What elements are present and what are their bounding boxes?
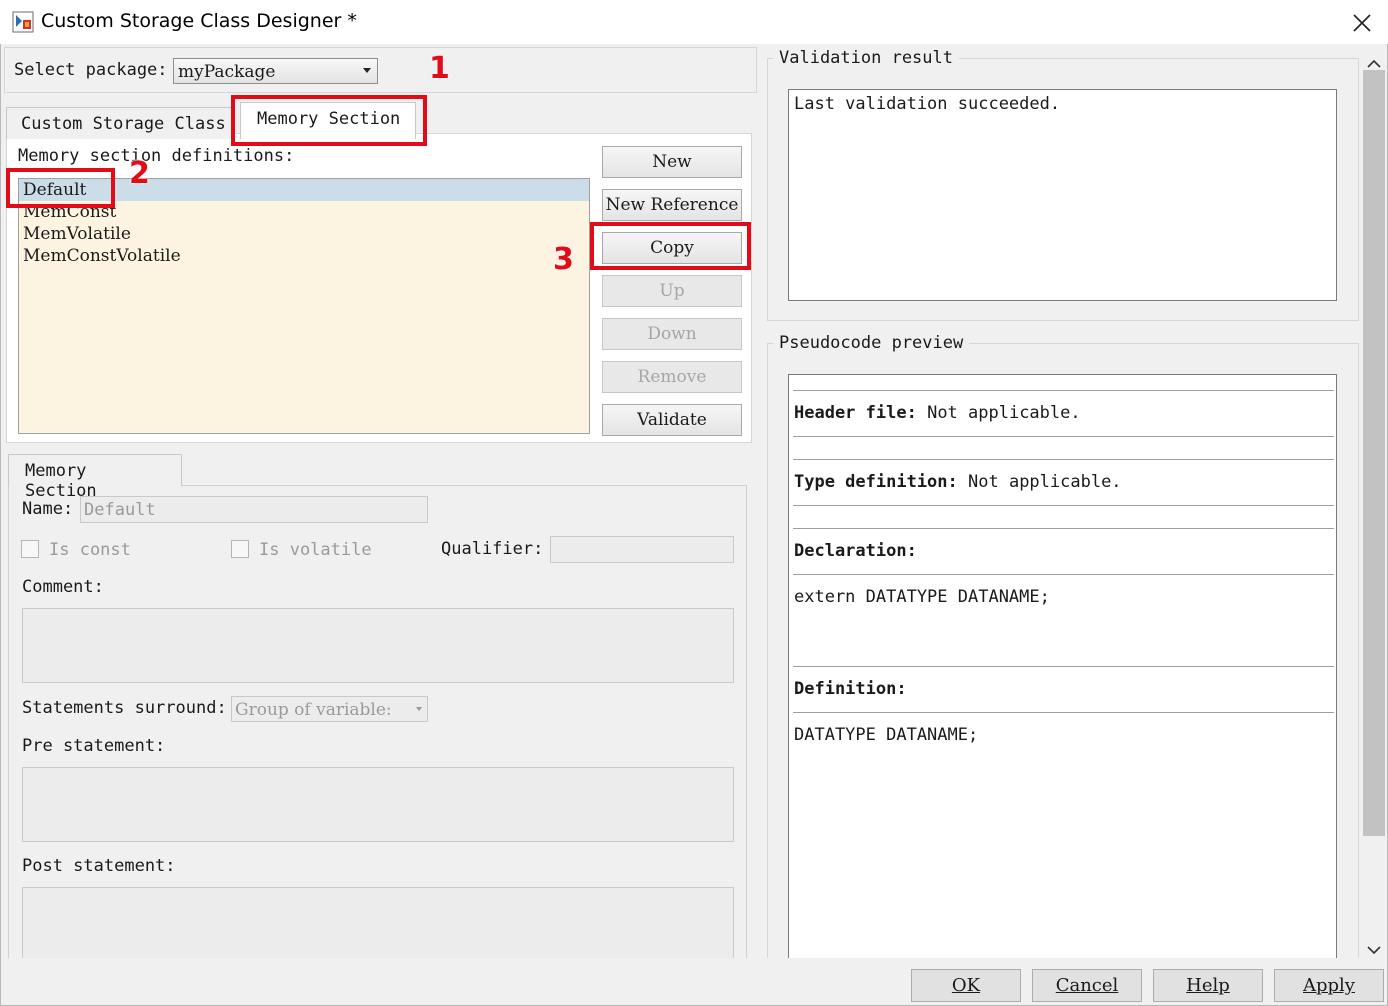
declaration-label: Declaration: bbox=[794, 541, 917, 561]
apply-button-label: Apply bbox=[1303, 975, 1355, 996]
post-statement-label: Post statement: bbox=[22, 856, 176, 876]
list-item[interactable]: MemVolatile bbox=[19, 223, 589, 245]
window-title: Custom Storage Class Designer * bbox=[41, 10, 357, 32]
definition-code: DATATYPE DATANAME; bbox=[794, 725, 978, 745]
package-select[interactable]: myPackage bbox=[173, 58, 378, 84]
declaration-code: extern DATATYPE DATANAME; bbox=[794, 587, 1050, 607]
comment-field[interactable] bbox=[22, 608, 734, 683]
list-item[interactable]: Default bbox=[19, 179, 589, 201]
help-button[interactable]: Help bbox=[1153, 969, 1263, 1002]
ok-button[interactable]: OK bbox=[911, 969, 1021, 1002]
header-file-value: Not applicable. bbox=[927, 403, 1081, 423]
pseudocode-box: Header file: Not applicable. Type defini… bbox=[788, 374, 1337, 974]
type-definition-value: Not applicable. bbox=[968, 472, 1122, 492]
divider bbox=[793, 528, 1334, 529]
tab-custom-storage-class[interactable]: Custom Storage Class bbox=[6, 107, 232, 139]
app-icon bbox=[12, 11, 34, 33]
apply-button[interactable]: Apply bbox=[1274, 969, 1384, 1002]
annotation-number-1: 1 bbox=[429, 51, 450, 86]
help-button-label: Help bbox=[1186, 975, 1230, 996]
new-button[interactable]: New bbox=[602, 146, 742, 178]
post-statement-field[interactable] bbox=[22, 887, 734, 962]
validation-title: Validation result bbox=[773, 48, 959, 68]
package-label: Select package: bbox=[14, 60, 168, 80]
remove-button[interactable]: Remove bbox=[602, 361, 742, 393]
header-file-label: Header file: bbox=[794, 403, 917, 423]
annotation-number-3: 3 bbox=[553, 242, 574, 277]
tab-memory-section[interactable]: Memory Section bbox=[240, 102, 416, 139]
copy-button[interactable]: Copy bbox=[602, 232, 742, 264]
divider bbox=[793, 436, 1334, 437]
definition-label: Definition: bbox=[794, 679, 907, 699]
pseudocode-title: Pseudocode preview bbox=[773, 333, 969, 353]
down-button[interactable]: Down bbox=[602, 318, 742, 350]
ok-button-label: OK bbox=[952, 975, 980, 996]
statements-surround-label: Statements surround: bbox=[22, 698, 227, 718]
dropdown-arrow-icon bbox=[416, 707, 422, 711]
divider bbox=[793, 666, 1334, 667]
is-volatile-checkbox[interactable] bbox=[231, 540, 249, 558]
scroll-down-icon[interactable] bbox=[1367, 940, 1381, 960]
dropdown-arrow-icon bbox=[363, 68, 371, 73]
list-item[interactable]: MemConstVolatile bbox=[19, 245, 589, 267]
qualifier-field[interactable] bbox=[550, 536, 734, 563]
header-file-line: Header file: Not applicable. bbox=[794, 403, 1081, 423]
is-volatile-label: Is volatile bbox=[259, 540, 372, 560]
qualifier-label: Qualifier: bbox=[441, 539, 543, 559]
validation-result-box: Last validation succeeded. bbox=[788, 89, 1337, 301]
type-definition-line: Type definition: Not applicable. bbox=[794, 472, 1122, 492]
statements-surround-value: Group of variable: bbox=[235, 700, 392, 720]
definitions-label: Memory section definitions: bbox=[18, 146, 294, 166]
close-button[interactable] bbox=[1340, 6, 1384, 40]
name-field[interactable]: Default bbox=[80, 496, 428, 523]
divider bbox=[793, 459, 1334, 460]
definition-line: Definition: bbox=[794, 679, 907, 699]
definitions-list[interactable]: Default MemConst MemVolatile MemConstVol… bbox=[18, 178, 590, 434]
list-item[interactable]: MemConst bbox=[19, 201, 589, 223]
divider bbox=[793, 505, 1334, 506]
validate-button[interactable]: Validate bbox=[602, 404, 742, 436]
scroll-thumb[interactable] bbox=[1363, 70, 1385, 836]
up-button[interactable]: Up bbox=[602, 275, 742, 307]
is-const-checkbox[interactable] bbox=[21, 540, 39, 558]
cancel-button-label: Cancel bbox=[1056, 975, 1119, 996]
annotation-number-2: 2 bbox=[129, 156, 150, 191]
divider bbox=[793, 574, 1334, 575]
declaration-line: Declaration: bbox=[794, 541, 917, 561]
statements-surround-select[interactable]: Group of variable: bbox=[231, 696, 428, 722]
divider bbox=[793, 390, 1334, 391]
comment-label: Comment: bbox=[22, 577, 104, 597]
divider bbox=[793, 712, 1334, 713]
pre-statement-label: Pre statement: bbox=[22, 736, 165, 756]
type-definition-label: Type definition: bbox=[794, 472, 958, 492]
package-select-value: myPackage bbox=[178, 62, 275, 82]
is-const-label: Is const bbox=[49, 540, 131, 560]
tab-memory-section-details[interactable]: Memory Section bbox=[8, 454, 182, 486]
new-reference-button[interactable]: New Reference bbox=[602, 189, 742, 221]
pre-statement-field[interactable] bbox=[22, 767, 734, 842]
close-icon bbox=[1353, 14, 1371, 32]
cancel-button[interactable]: Cancel bbox=[1032, 969, 1142, 1002]
name-label: Name: bbox=[22, 499, 73, 519]
